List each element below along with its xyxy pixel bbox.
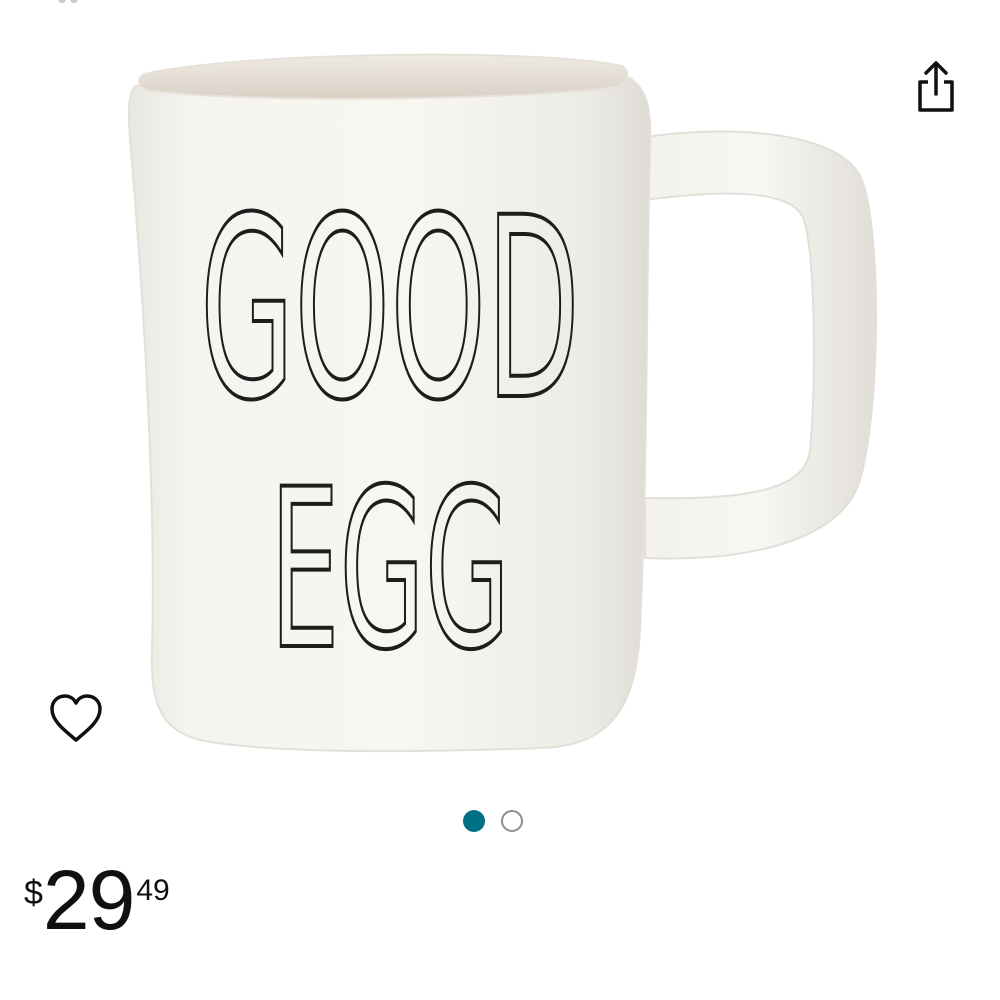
previous-content-edge	[0, 0, 100, 6]
mug-text-line2: EGG	[270, 442, 510, 698]
share-icon	[918, 61, 954, 112]
wishlist-button[interactable]	[44, 688, 108, 748]
price: $ 29 49	[24, 858, 170, 942]
price-currency-symbol: $	[24, 874, 43, 912]
price-whole: 29	[42, 853, 135, 947]
image-pager	[463, 808, 523, 834]
share-button[interactable]	[908, 58, 964, 118]
price-fraction: 49	[136, 874, 170, 907]
product-image[interactable]: GOOD EGG	[100, 30, 900, 790]
heart-outline-icon	[50, 694, 102, 742]
mug-handle	[638, 130, 877, 560]
pager-dot-1[interactable]	[463, 810, 485, 832]
mug-text-line1: GOOD	[200, 164, 580, 455]
pager-dot-2[interactable]	[501, 810, 523, 832]
